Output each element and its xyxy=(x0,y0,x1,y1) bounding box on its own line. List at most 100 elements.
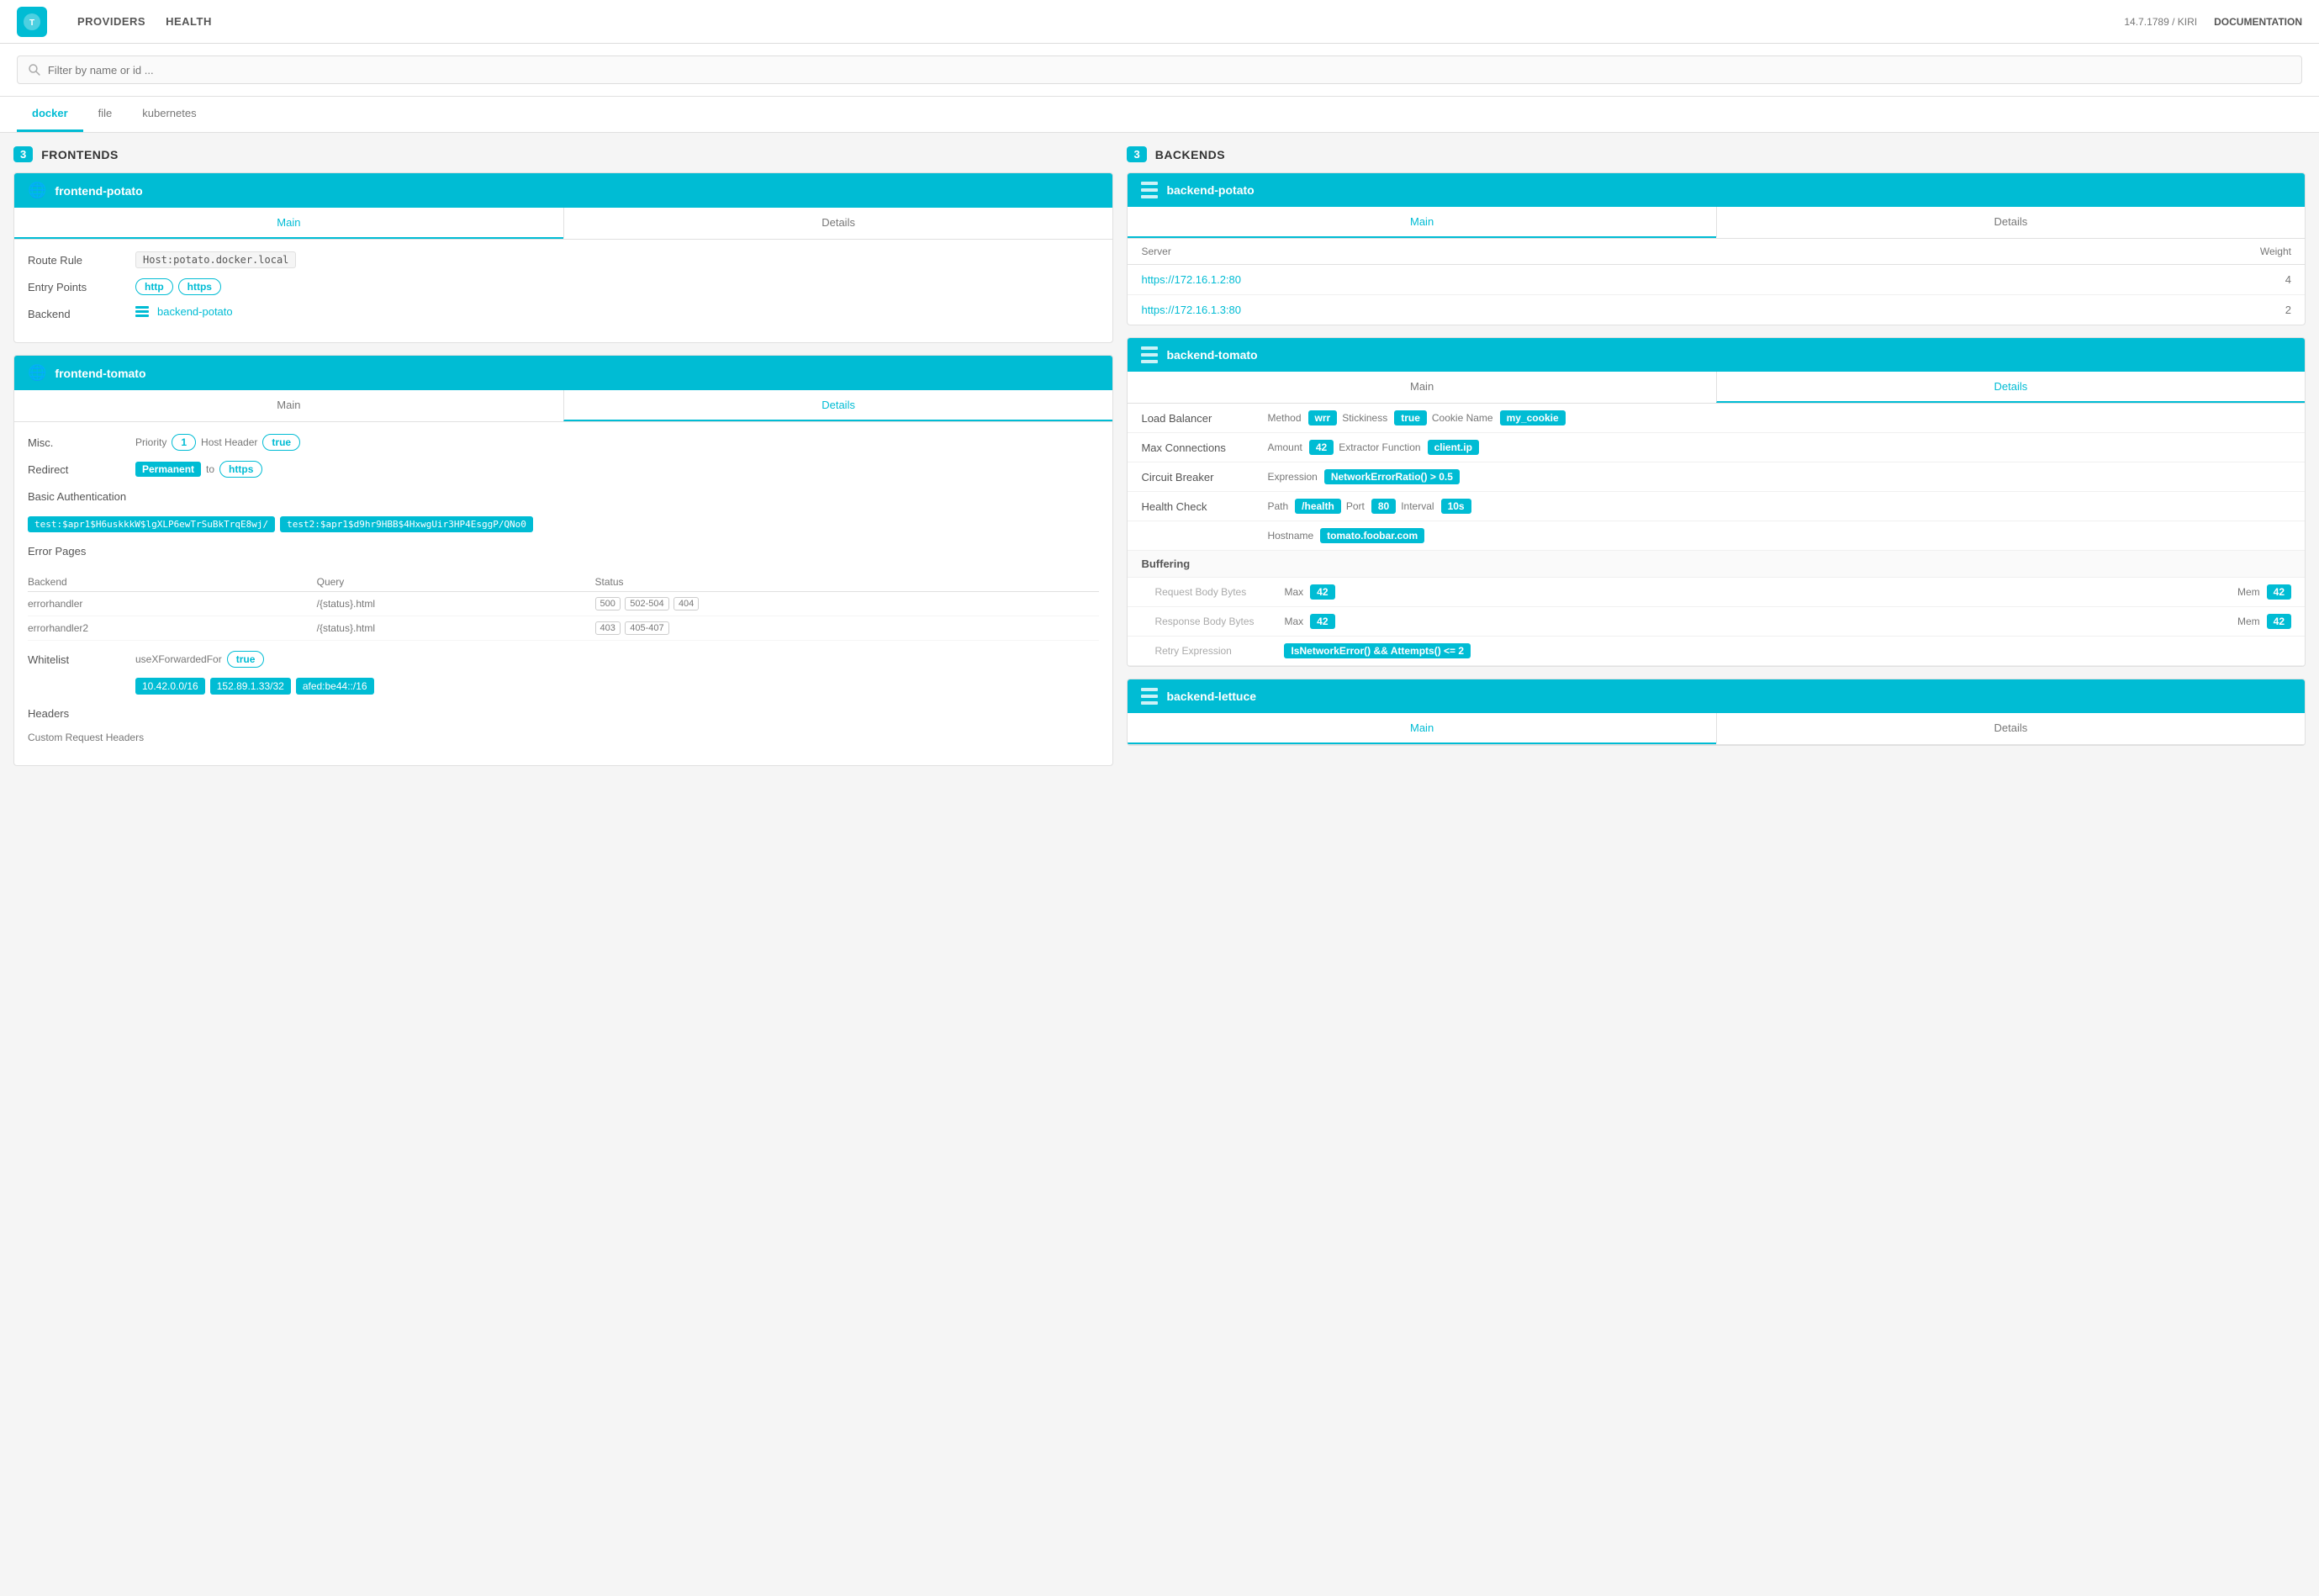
backend-lettuce-tab-details[interactable]: Details xyxy=(1716,713,2305,744)
res-body-label: Response Body Bytes xyxy=(1141,616,1276,627)
entry-point-https: https xyxy=(178,278,221,295)
cb-expr-val: NetworkErrorRatio() > 0.5 xyxy=(1324,469,1460,484)
backend-tomato-name: backend-tomato xyxy=(1166,348,1257,362)
logo-icon: T xyxy=(17,7,47,37)
buffering-label: Buffering xyxy=(1141,558,1259,570)
tab-docker[interactable]: docker xyxy=(17,97,83,132)
lb-method-val: wrr xyxy=(1308,410,1338,425)
error-pages-table: Backend Query Status errorhandler /{stat… xyxy=(28,573,1099,641)
backends-header: 3 BACKENDS xyxy=(1127,146,2306,162)
backend-lettuce-tab-main[interactable]: Main xyxy=(1128,713,1715,744)
frontend-potato-tab-details[interactable]: Details xyxy=(563,208,1113,239)
host-header-label: Host Header xyxy=(201,436,257,448)
backend-row: Backend backend-potato xyxy=(28,305,1099,320)
card-header-frontend-potato: 🌐 frontend-potato xyxy=(14,173,1112,208)
weight-col-header: Weight xyxy=(1935,239,2305,265)
globe-icon: 🌐 xyxy=(28,182,46,199)
server-weight-1: 4 xyxy=(1935,265,2305,295)
card-backend-lettuce: backend-lettuce Main Details xyxy=(1127,679,2306,746)
misc-value: Priority 1 Host Header true xyxy=(135,434,1099,451)
res-max-key: Max xyxy=(1284,616,1303,627)
server-icon-tomato xyxy=(1141,346,1158,363)
server-col-header: Server xyxy=(1128,239,1934,265)
hc-label: Health Check xyxy=(1141,500,1259,513)
frontend-tomato-tabs: Main Details xyxy=(14,390,1112,422)
nav-links: PROVIDERS HEALTH xyxy=(77,15,212,28)
card-frontend-tomato: 🌐 frontend-tomato Main Details Misc. Pri… xyxy=(13,355,1113,766)
backend-potato-tab-details[interactable]: Details xyxy=(1716,207,2305,238)
frontend-tomato-tab-main[interactable]: Main xyxy=(14,390,563,421)
err-query-2: /{status}.html xyxy=(317,616,595,641)
backend-icon xyxy=(135,306,149,317)
card-header-backend-lettuce: backend-lettuce xyxy=(1128,679,2305,713)
tab-kubernetes[interactable]: kubernetes xyxy=(127,97,211,132)
search-icon xyxy=(28,63,41,77)
backends-section: 3 BACKENDS backend-potato Main Details xyxy=(1127,146,2306,778)
retry-expr-value: IsNetworkError() && Attempts() <= 2 xyxy=(1284,643,2291,658)
backend-tomato-tabs: Main Details xyxy=(1128,372,2305,404)
backend-potato-name: backend-potato xyxy=(1166,183,1254,197)
frontend-potato-tab-main[interactable]: Main xyxy=(14,208,563,239)
misc-label: Misc. xyxy=(28,434,129,449)
auth-token-2: test2:$apr1$d9hr9HBB$4HxwgUir3HP4EsggP/Q… xyxy=(280,516,533,532)
backend-lettuce-name: backend-lettuce xyxy=(1166,690,1256,703)
lb-cookie-val: my_cookie xyxy=(1500,410,1566,425)
search-bar xyxy=(17,55,2302,84)
mc-value: Amount 42 Extractor Function client.ip xyxy=(1267,440,2291,455)
status-405-407: 405-407 xyxy=(625,621,668,635)
backends-count: 3 xyxy=(1127,146,1146,162)
tab-file[interactable]: file xyxy=(83,97,128,132)
error-pages-row: Error Pages Backend Query Status errorha… xyxy=(28,542,1099,641)
main-content: 3 FRONTENDS 🌐 frontend-potato Main Detai… xyxy=(0,133,2319,791)
nav-health[interactable]: HEALTH xyxy=(166,15,212,28)
backend-label: Backend xyxy=(28,305,129,320)
logo: T xyxy=(17,7,52,37)
res-mem-key: Mem xyxy=(2237,616,2260,627)
backend-potato-tab-main[interactable]: Main xyxy=(1128,207,1715,238)
redirect-to: to xyxy=(206,463,214,475)
backend-tomato-tab-main[interactable]: Main xyxy=(1128,372,1715,403)
backend-potato-tabs: Main Details xyxy=(1128,207,2305,239)
ip-3: afed:be44::/16 xyxy=(296,678,374,695)
server-url-1[interactable]: https://172.16.1.2:80 xyxy=(1141,273,1241,286)
ip-2: 152.89.1.33/32 xyxy=(210,678,291,695)
search-container xyxy=(0,44,2319,97)
buffering-header-row: Buffering xyxy=(1128,551,2305,578)
redirect-permanent: Permanent xyxy=(135,462,201,477)
mc-extractor-val: client.ip xyxy=(1428,440,1479,455)
priority-value: 1 xyxy=(172,434,196,451)
ip-1: 10.42.0.0/16 xyxy=(135,678,205,695)
doc-link[interactable]: DOCUMENTATION xyxy=(2214,16,2302,28)
backend-potato-table: Server Weight https://172.16.1.2:80 4 ht… xyxy=(1128,239,2305,325)
basic-auth-row: Basic Authentication test:$apr1$H6uskkkW… xyxy=(28,488,1099,532)
error-pages-label: Error Pages xyxy=(28,542,129,558)
lb-stickiness-key: Stickiness xyxy=(1342,412,1387,424)
use-x-forwarded-value: true xyxy=(227,651,265,668)
hc-interval-val: 10s xyxy=(1441,499,1471,514)
err-backend-1: errorhandler xyxy=(28,592,317,616)
mc-extractor-key: Extractor Function xyxy=(1339,441,1420,453)
backend-tomato-tab-details[interactable]: Details xyxy=(1716,372,2305,403)
frontend-potato-tabs: Main Details xyxy=(14,208,1112,240)
err-query-1: /{status}.html xyxy=(317,592,595,616)
hc-port-val: 80 xyxy=(1371,499,1396,514)
hc-hostname-key: Hostname xyxy=(1267,530,1313,542)
backend-potato-link[interactable]: backend-potato xyxy=(157,305,233,318)
backend-value: backend-potato xyxy=(135,305,1099,318)
err-col-status: Status xyxy=(595,573,1100,592)
res-mem-val: 42 xyxy=(2267,614,2291,629)
nav-providers[interactable]: PROVIDERS xyxy=(77,15,145,28)
hc-path-val: /health xyxy=(1295,499,1341,514)
search-input[interactable] xyxy=(48,64,2291,77)
cb-value: Expression NetworkErrorRatio() > 0.5 xyxy=(1267,469,2291,484)
mc-amount-key: Amount xyxy=(1267,441,1302,453)
err-statuses-1: 500 502-504 404 xyxy=(595,592,1100,616)
req-mem-val: 42 xyxy=(2267,584,2291,600)
frontend-tomato-tab-details[interactable]: Details xyxy=(563,390,1113,421)
frontend-tomato-name: frontend-tomato xyxy=(55,367,145,380)
redirect-label: Redirect xyxy=(28,461,129,476)
cb-expr-key: Expression xyxy=(1267,471,1317,483)
retry-expr-label: Retry Expression xyxy=(1141,645,1276,657)
table-row: https://172.16.1.2:80 4 xyxy=(1128,265,2305,295)
server-url-2[interactable]: https://172.16.1.3:80 xyxy=(1141,304,1241,316)
